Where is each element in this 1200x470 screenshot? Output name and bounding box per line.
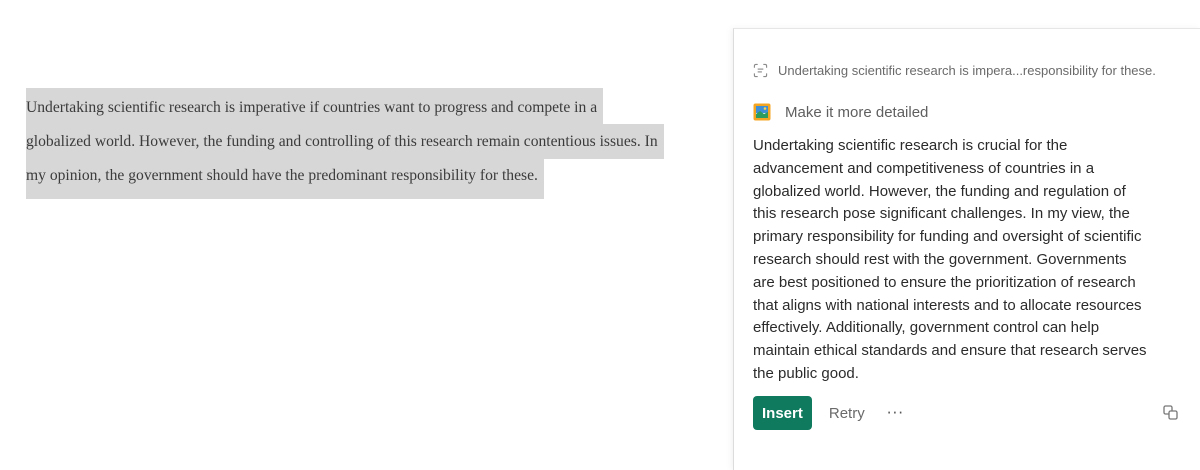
result-line: maintain ethical standards and ensure th… — [753, 342, 1147, 360]
result-line: the public good. — [753, 364, 859, 382]
result-line: this research pose significant challenge… — [753, 205, 1130, 223]
result-line: are best positioned to ensure the priori… — [753, 273, 1136, 291]
prompt-label: Make it more detailed — [785, 103, 929, 121]
result-line: research should rest with the government… — [753, 250, 1127, 268]
selected-line: globalized world. However, the funding a… — [26, 124, 712, 159]
selected-paragraph[interactable]: Undertaking scientific research is imper… — [26, 88, 712, 199]
text-scan-icon — [753, 63, 768, 77]
action-bar: Insert Retry ··· — [753, 396, 1180, 430]
prompt-row: Make it more detailed — [753, 102, 928, 122]
document-editor[interactable]: Undertaking scientific research is imper… — [0, 0, 730, 470]
generated-result-text: Undertaking scientific research is cruci… — [753, 135, 1193, 386]
source-excerpt-row: Undertaking scientific research is imper… — [753, 61, 1192, 79]
copy-button[interactable] — [1162, 404, 1180, 422]
result-line: that aligns with national interests and … — [753, 296, 1142, 314]
more-dots-icon[interactable]: ··· — [887, 404, 904, 422]
selected-line: my opinion, the government should have t… — [26, 158, 712, 199]
ai-assistant-panel: Undertaking scientific research is imper… — [733, 28, 1200, 470]
result-line: effectively. Additionally, government co… — [753, 319, 1100, 337]
selected-line: Undertaking scientific research is imper… — [26, 88, 712, 125]
result-line: globalized world. However, the funding a… — [753, 182, 1126, 200]
result-line: Undertaking scientific research is cruci… — [753, 137, 1068, 154]
image-prompt-icon — [753, 103, 771, 121]
source-excerpt-text: Undertaking scientific research is imper… — [778, 62, 1156, 78]
result-line: advancement and competitiveness of count… — [753, 159, 1095, 177]
copy-icon — [1163, 405, 1178, 420]
insert-button[interactable]: Insert — [753, 396, 812, 430]
retry-button[interactable]: Retry — [829, 405, 865, 422]
result-line: primary responsibility for funding and o… — [753, 228, 1142, 246]
